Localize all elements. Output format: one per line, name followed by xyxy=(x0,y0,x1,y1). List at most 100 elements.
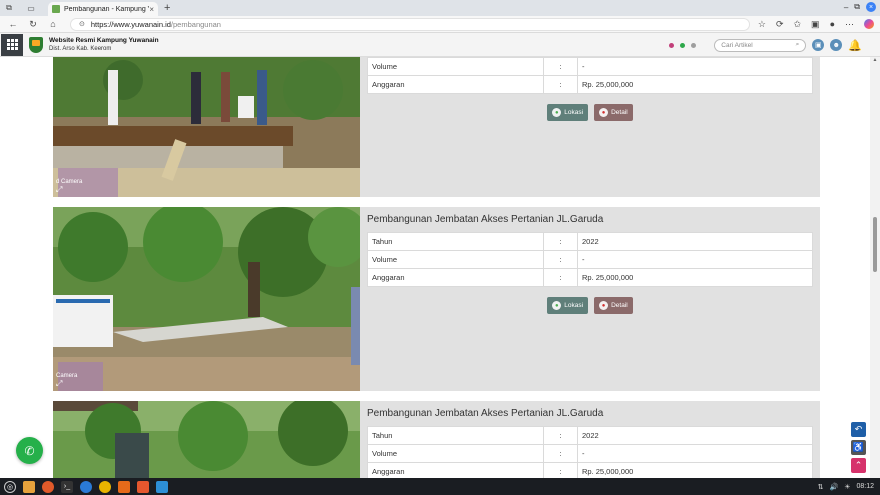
edge-icon[interactable] xyxy=(80,480,92,493)
chrome-icon[interactable] xyxy=(99,480,111,493)
terminal-icon[interactable]: ›_ xyxy=(61,480,73,493)
tab-actions-icon[interactable]: ▭ xyxy=(26,3,36,13)
url-field[interactable]: ⊙ https://www.yuwanain.id/pembangunan xyxy=(70,17,750,31)
photo-watermark: Camera ⤢ xyxy=(56,372,77,388)
row-value: 2022 xyxy=(577,232,813,251)
tab-close-icon[interactable]: × xyxy=(149,5,154,14)
lokasi-button[interactable]: ● Lokasi xyxy=(547,104,589,121)
site-logo[interactable] xyxy=(29,36,43,53)
expand-icon[interactable]: ⤢ xyxy=(56,186,82,194)
theme-dot-gray[interactable] xyxy=(691,42,697,48)
scroll-top-button[interactable]: ⌃ xyxy=(851,458,866,473)
workspaces-icon[interactable]: ⧉ xyxy=(4,3,14,13)
table-row: Tahun : 2022 xyxy=(367,232,813,251)
extensions-icon[interactable]: ⟳ xyxy=(776,19,784,30)
header-actions: Cari Artikel ⌕ ▣ ☻ 🔔 xyxy=(669,33,862,57)
row-key: Volume xyxy=(367,444,544,463)
whatsapp-icon: ✆ xyxy=(24,443,35,458)
row-sep: : xyxy=(543,57,578,76)
address-bar-row: ← ↻ ⌂ ⊙ https://www.yuwanain.id/pembangu… xyxy=(0,16,880,33)
row-sep: : xyxy=(543,232,578,251)
expand-icon[interactable]: ⤢ xyxy=(56,380,77,388)
chevron-up-icon: ⌃ xyxy=(854,460,863,470)
brightness-icon[interactable]: ☀ xyxy=(844,483,850,491)
favorites-icon[interactable]: ✩ xyxy=(794,19,802,30)
whatsapp-button[interactable]: ✆ xyxy=(16,437,43,464)
theme-dot-green[interactable] xyxy=(680,42,686,48)
start-menu-icon[interactable]: ◎ xyxy=(4,480,16,493)
search-input[interactable]: Cari Artikel ⌕ xyxy=(714,38,807,52)
site-favicon-icon xyxy=(52,5,60,13)
people-icon[interactable]: ☻ xyxy=(830,39,843,51)
more-menu-icon[interactable]: ⋯ xyxy=(845,19,854,30)
lokasi-label: Lokasi xyxy=(564,302,584,309)
row-value: - xyxy=(577,57,813,76)
vscode-icon[interactable] xyxy=(156,480,168,493)
row-value: Rp. 25,000,000 xyxy=(577,268,813,287)
lokasi-button[interactable]: ● Lokasi xyxy=(547,297,589,314)
system-tray: ⇅ 🔊 ☀ 08:12 xyxy=(818,478,874,495)
back-icon[interactable]: ← xyxy=(6,19,20,29)
accessibility-button[interactable]: ♿ xyxy=(851,440,866,455)
row-value: - xyxy=(577,444,813,463)
clock[interactable]: 08:12 xyxy=(856,483,874,490)
os-taskbar: ◎ ›_ ⇅ 🔊 ☀ 08:12 xyxy=(0,478,880,495)
row-value: 2022 xyxy=(577,426,813,445)
search-icon[interactable]: ⌕ xyxy=(796,41,800,49)
maximize-icon[interactable]: ⧉ xyxy=(854,2,860,12)
row-key: Anggaran xyxy=(367,462,544,478)
table-row: Volume : - xyxy=(367,444,813,463)
network-icon[interactable]: ⇅ xyxy=(818,483,824,491)
profile-icon[interactable]: ● xyxy=(830,19,835,29)
detail-button[interactable]: ● Detail xyxy=(594,297,633,314)
row-key: Volume xyxy=(367,57,544,76)
site-header: Website Resmi Kampung Yuwanain Dist. Ars… xyxy=(0,33,880,57)
menu-grid-button[interactable] xyxy=(1,33,23,56)
scroll-up-icon[interactable]: ▲ xyxy=(870,57,880,65)
table-row: Anggaran : Rp. 25,000,000 xyxy=(367,75,813,94)
minimize-icon[interactable]: – xyxy=(844,3,848,12)
favorite-star-icon[interactable]: ☆ xyxy=(758,19,766,30)
row-sep: : xyxy=(543,250,578,269)
camera-icon[interactable]: ▣ xyxy=(812,39,825,51)
page-scrollbar[interactable]: ▲ xyxy=(870,57,880,478)
chat-icon: ● xyxy=(599,301,609,310)
theme-dot-pink[interactable] xyxy=(669,42,675,48)
app-store-icon[interactable] xyxy=(118,480,130,493)
project-card: d Camera ⤢ Volume : - Anggaran : Rp. 25,… xyxy=(53,57,820,197)
browser-tab[interactable]: Pembangunan - Kampung Yuw × xyxy=(48,2,158,16)
grid-icon xyxy=(6,39,18,50)
row-key: Anggaran xyxy=(367,268,544,287)
project-title[interactable]: Pembangunan Jembatan Akses Pertanian JL.… xyxy=(367,408,813,422)
collections-icon[interactable]: ▣ xyxy=(811,19,820,30)
site-info-icon[interactable]: ⊙ xyxy=(79,20,85,28)
accessibility-icon: ♿ xyxy=(852,442,865,452)
home-icon[interactable]: ⌂ xyxy=(46,19,60,29)
office-icon[interactable] xyxy=(137,480,149,493)
undo-icon: ↶ xyxy=(854,424,863,434)
project-meta-table: Volume : - Anggaran : Rp. 25,000,000 xyxy=(367,57,813,94)
new-tab-button[interactable]: + xyxy=(164,2,170,14)
close-window-icon[interactable]: × xyxy=(866,2,876,12)
page-content: d Camera ⤢ Volume : - Anggaran : Rp. 25,… xyxy=(0,57,870,478)
copilot-icon[interactable] xyxy=(864,19,874,29)
volume-icon[interactable]: 🔊 xyxy=(829,483,838,491)
scroll-thumb[interactable] xyxy=(873,217,877,272)
site-title-block[interactable]: Website Resmi Kampung Yuwanain Dist. Ars… xyxy=(49,36,159,54)
project-photo[interactable]: d Camera ⤢ xyxy=(53,57,360,197)
browser-app-icon[interactable] xyxy=(42,480,54,493)
search-placeholder: Cari Artikel xyxy=(721,41,753,49)
file-manager-icon[interactable] xyxy=(23,480,35,493)
row-sep: : xyxy=(543,268,578,287)
refresh-icon[interactable]: ↻ xyxy=(26,19,40,30)
project-photo[interactable] xyxy=(53,401,360,478)
project-title[interactable]: Pembangunan Jembatan Akses Pertanian JL.… xyxy=(367,214,813,228)
project-photo[interactable]: Camera ⤢ xyxy=(53,207,360,391)
detail-button[interactable]: ● Detail xyxy=(594,104,633,121)
card-actions: ● Lokasi ● Detail xyxy=(367,297,813,314)
back-float-button[interactable]: ↶ xyxy=(851,422,866,437)
bell-icon[interactable]: 🔔 xyxy=(848,39,862,52)
table-row: Volume : - xyxy=(367,57,813,76)
card-actions: ● Lokasi ● Detail xyxy=(367,104,813,121)
row-sep: : xyxy=(543,75,578,94)
